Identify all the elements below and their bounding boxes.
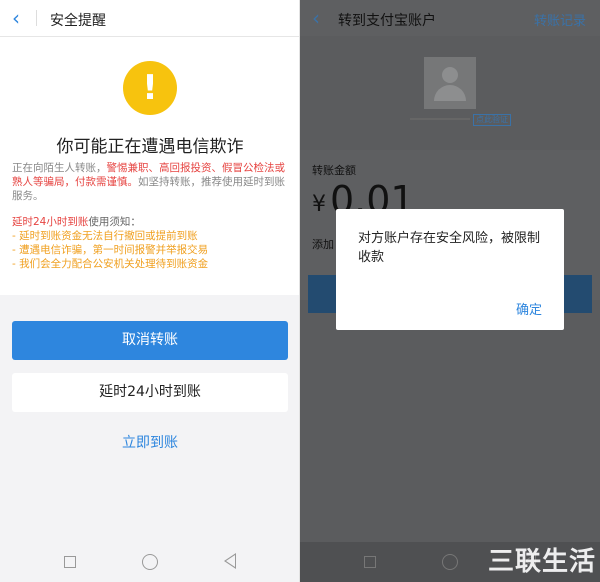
dialog-message: 对方账户存在安全风险，被限制收款 (358, 231, 541, 265)
page-title: 转到支付宝账户 (338, 13, 436, 29)
warning-heading: 你可能正在遭遇电信欺诈 (56, 137, 244, 157)
dialog-ok-button[interactable]: 确定 (516, 299, 542, 318)
watermark-logo: 三联生活 (487, 547, 596, 577)
page-title: 安全提醒 (50, 13, 106, 29)
cancel-transfer-button[interactable]: 取消转账 (12, 321, 288, 360)
add-note-link[interactable]: 添加 (312, 236, 334, 252)
amount-label: 转账金额 (312, 164, 356, 177)
warning-paragraph: 正在向陌生人转账，警惕兼职、高回报投资、假冒公检法或熟人等骗局，付款需谨慎。如坚… (12, 161, 288, 203)
avatar (424, 57, 476, 109)
safety-reminder-screen: ‹ 安全提醒 ! 你可能正在遭遇电信欺诈 正在向陌生人转账，警惕兼职、高回报投资… (0, 0, 300, 582)
warning-card: ! 你可能正在遭遇电信欺诈 正在向陌生人转账，警惕兼职、高回报投资、假冒公检法或… (0, 37, 300, 295)
avatar-body-icon (434, 85, 466, 101)
recent-apps-icon[interactable] (364, 556, 376, 568)
notes-head: 使用须知： (88, 216, 141, 228)
recent-apps-icon[interactable] (64, 556, 76, 568)
back-arrow-icon[interactable]: ‹ (312, 8, 320, 28)
note-item: - 我们会全力配合公安机关处理待到账资金 (12, 258, 209, 270)
verify-tag[interactable]: 点此验证 (473, 114, 511, 126)
nav-divider (36, 10, 37, 26)
instant-transfer-link[interactable]: 立即到账 (12, 432, 288, 452)
delay-transfer-button[interactable]: 延时24小时到账 (12, 373, 288, 412)
warning-icon: ! (123, 61, 177, 115)
warning-intro-text: 正在向陌生人转账， (12, 162, 107, 174)
back-arrow-icon[interactable]: ‹ (12, 8, 20, 28)
system-nav-bar (0, 542, 300, 582)
home-icon[interactable] (142, 554, 158, 570)
avatar-head-icon (442, 67, 458, 83)
currency-symbol: ¥ (312, 192, 326, 217)
top-nav-bar: ‹ 安全提醒 (0, 0, 300, 37)
delay-title: 延时24小时到账 (12, 216, 89, 228)
home-icon[interactable] (442, 554, 458, 570)
back-triangle-icon[interactable] (224, 553, 236, 569)
delay-notes: 延时24小时到账使用须知： - 延时到账资金无法自行撤回或提前到账 - 遭遇电信… (12, 215, 288, 271)
risk-alert-dialog: 对方账户存在安全风险，被限制收款 确定 (336, 209, 564, 330)
transfer-history-link[interactable]: 转账记录 (534, 10, 586, 29)
account-name-placeholder (410, 118, 470, 120)
top-nav-bar: ‹ 转到支付宝账户 转账记录 (300, 0, 600, 36)
note-item: - 遭遇电信诈骗，第一时间报警并举报交易 (12, 244, 209, 256)
note-item: - 延时到账资金无法自行撤回或提前到账 (12, 230, 198, 242)
